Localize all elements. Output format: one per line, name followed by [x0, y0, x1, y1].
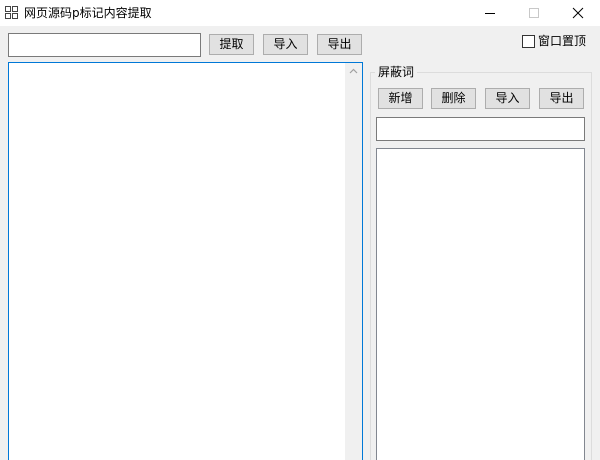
url-input[interactable] [8, 33, 201, 57]
import-button[interactable]: 导入 [263, 34, 308, 55]
title-bar[interactable]: 网页源码p标记内容提取 [0, 0, 600, 26]
close-button[interactable] [556, 0, 600, 26]
maximize-button[interactable] [512, 0, 556, 26]
window-title: 网页源码p标记内容提取 [24, 6, 152, 20]
block-word-input[interactable] [376, 117, 585, 141]
close-icon [572, 7, 584, 19]
delete-block-word-button[interactable]: 删除 [431, 88, 476, 109]
app-window: 网页源码p标记内容提取 提取 导入 导出 窗口置顶 屏蔽词 新增 删除 导入 导… [0, 0, 600, 460]
export-block-words-button[interactable]: 导出 [539, 88, 584, 109]
topmost-label: 窗口置顶 [538, 34, 587, 48]
export-button[interactable]: 导出 [317, 34, 362, 55]
add-block-word-button[interactable]: 新增 [378, 88, 423, 109]
block-words-group-title: 屏蔽词 [375, 65, 418, 79]
chevron-up-icon [349, 68, 358, 74]
scroll-up-button[interactable] [345, 63, 362, 80]
app-grid-icon [5, 6, 18, 19]
import-block-words-button[interactable]: 导入 [485, 88, 530, 109]
block-words-list[interactable] [376, 148, 585, 460]
output-textarea[interactable] [8, 62, 363, 460]
output-scrollbar[interactable] [345, 63, 362, 460]
topmost-checkbox[interactable] [522, 35, 535, 48]
extract-button[interactable]: 提取 [209, 34, 254, 55]
minimize-button[interactable] [468, 0, 512, 26]
minimize-icon [485, 13, 495, 14]
maximize-icon [529, 8, 539, 18]
